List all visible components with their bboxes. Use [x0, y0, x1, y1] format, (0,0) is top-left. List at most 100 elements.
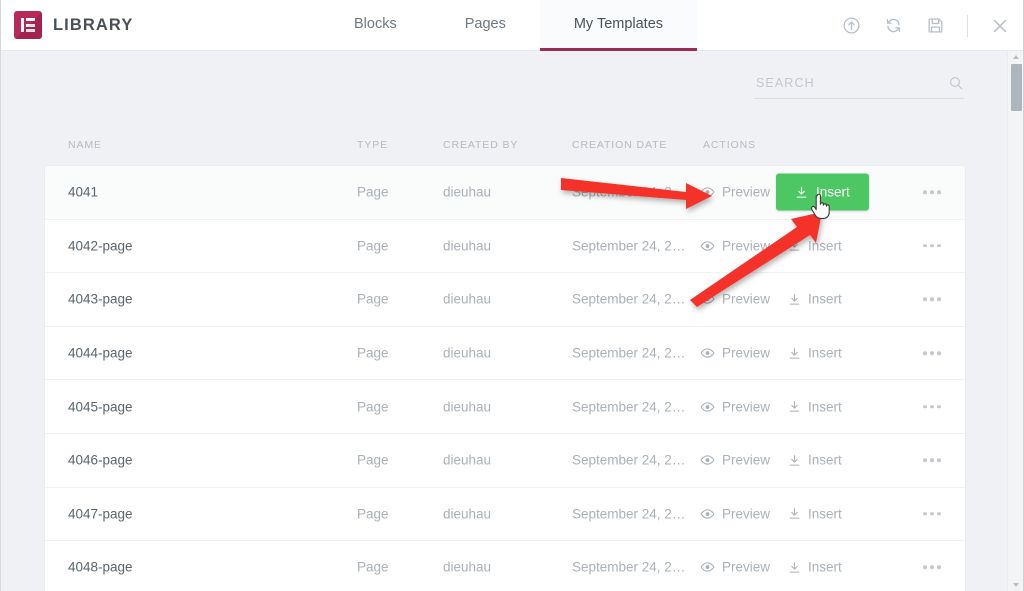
upload-icon[interactable]: [841, 16, 861, 36]
ellipsis-icon[interactable]: [923, 244, 941, 248]
preview-button[interactable]: Preview: [700, 399, 788, 414]
insert-label: Insert: [808, 506, 842, 522]
ellipsis-icon[interactable]: [923, 297, 941, 302]
insert-label: Insert: [808, 345, 842, 361]
preview-button[interactable]: Preview: [700, 506, 788, 521]
ellipsis-icon[interactable]: [923, 565, 941, 570]
eye-icon: [700, 292, 715, 307]
cell-type: Page: [357, 238, 389, 254]
preview-button[interactable]: Preview: [700, 292, 788, 307]
ellipsis-icon[interactable]: [923, 458, 941, 463]
eye-icon: [700, 399, 715, 414]
row-actions: Preview Insert: [700, 173, 869, 211]
download-icon: [788, 239, 801, 253]
cell-type: Page: [357, 452, 389, 468]
cell-created-by: dieuhau: [443, 452, 492, 468]
cell-type: Page: [357, 559, 389, 575]
table-row[interactable]: 4042-page Page dieuhau September 24, 20… Pre…: [45, 219, 965, 274]
row-actions: Preview Insert: [700, 506, 876, 521]
insert-label: Insert: [808, 291, 842, 307]
header-actions: [841, 0, 1010, 51]
preview-label: Preview: [722, 506, 771, 522]
row-actions: Preview Insert: [700, 292, 876, 307]
tab-my-templates[interactable]: My Templates: [539, 0, 698, 51]
cell-created-by: dieuhau: [443, 184, 492, 200]
modal-header: LIBRARY Blocks Pages My Templates: [0, 0, 1024, 51]
cell-type: Page: [357, 184, 389, 200]
row-actions: Preview Insert: [700, 238, 876, 253]
search-icon[interactable]: [948, 75, 964, 91]
insert-button[interactable]: Insert: [788, 560, 876, 575]
eye-icon: [700, 346, 715, 361]
insert-label: Insert: [808, 452, 842, 468]
insert-button[interactable]: Insert: [788, 399, 876, 414]
header-divider: [967, 14, 968, 37]
library-title: LIBRARY: [53, 15, 134, 34]
cell-created-by: dieuhau: [443, 238, 492, 254]
table-row[interactable]: 4041 Page dieuhau September 24, 20… Preview I…: [45, 166, 965, 220]
insert-button[interactable]: Insert: [788, 453, 876, 468]
save-icon[interactable]: [925, 16, 945, 36]
ellipsis-icon[interactable]: [923, 190, 941, 195]
insert-label: Insert: [808, 399, 842, 415]
cell-created-by: dieuhau: [443, 399, 492, 415]
insert-button[interactable]: Insert: [776, 173, 869, 211]
insert-button[interactable]: Insert: [788, 292, 876, 307]
insert-button[interactable]: Insert: [788, 346, 876, 361]
preview-button[interactable]: Preview: [700, 185, 788, 200]
search-input[interactable]: [754, 75, 948, 91]
cell-name: 4045-page: [68, 399, 133, 415]
templates-table: 4041 Page dieuhau September 24, 20… Preview I…: [45, 166, 965, 591]
preview-label: Preview: [722, 452, 771, 468]
insert-button[interactable]: Insert: [788, 238, 876, 253]
row-actions: Preview Insert: [700, 453, 876, 468]
tab-blocks[interactable]: Blocks: [320, 0, 431, 51]
download-icon: [788, 346, 801, 360]
scrollbar-thumb[interactable]: [1011, 64, 1022, 111]
sync-icon[interactable]: [883, 16, 903, 36]
cell-name: 4047-page: [68, 506, 133, 522]
table-header-row: NAME TYPE CREATED BY CREATION DATE ACTIO…: [45, 139, 965, 165]
ellipsis-icon[interactable]: [923, 351, 941, 355]
tab-pages[interactable]: Pages: [431, 0, 540, 51]
preview-label: Preview: [722, 184, 771, 200]
cell-name: 4042-page: [68, 238, 133, 254]
cell-creation-date: September 24, 20…: [572, 399, 690, 415]
cell-type: Page: [357, 345, 389, 361]
table-row[interactable]: 4046-page Page dieuhau September 24, 20… Pre…: [45, 433, 965, 488]
elementor-library-modal: LIBRARY Blocks Pages My Templates SEARCH…: [0, 0, 1024, 591]
cell-type: Page: [357, 291, 389, 307]
vertical-scrollbar[interactable]: [1007, 51, 1024, 591]
download-icon: [795, 185, 808, 199]
ellipsis-icon[interactable]: [923, 404, 941, 409]
table-row[interactable]: 4045-page Page dieuhau September 24, 20… Pre…: [45, 380, 965, 434]
download-icon: [788, 292, 801, 306]
close-icon[interactable]: [990, 16, 1010, 36]
preview-button[interactable]: Preview: [700, 238, 788, 253]
preview-button[interactable]: Preview: [700, 560, 788, 575]
cell-creation-date: September 24, 20…: [572, 506, 690, 522]
table-row[interactable]: 4043-page Page dieuhau September 24, 20… Pre…: [45, 273, 965, 327]
cell-created-by: dieuhau: [443, 345, 492, 361]
preview-button[interactable]: Preview: [700, 453, 788, 468]
table-row[interactable]: 4048-page Page dieuhau September 24, 20… Pre…: [45, 541, 965, 591]
insert-button[interactable]: Insert: [788, 506, 876, 521]
table-row[interactable]: 4044-page Page dieuhau September 24, 20… Pre…: [45, 326, 965, 381]
ellipsis-icon[interactable]: [923, 512, 941, 516]
table-row[interactable]: 4047-page Page dieuhau September 24, 20… Pre…: [45, 487, 965, 542]
preview-label: Preview: [722, 399, 771, 415]
preview-label: Preview: [722, 238, 771, 254]
scroll-down-arrow-icon[interactable]: [1013, 583, 1019, 587]
cell-name: 4041: [68, 184, 99, 200]
eye-icon: [700, 453, 715, 468]
row-actions: Preview Insert: [700, 346, 876, 361]
column-header-created-by: CREATED BY: [443, 139, 519, 151]
cell-creation-date: September 24, 20…: [572, 238, 690, 254]
scroll-up-arrow-icon[interactable]: [1013, 55, 1019, 59]
search-bar: [754, 75, 964, 99]
preview-button[interactable]: Preview: [700, 346, 788, 361]
download-icon: [788, 453, 801, 467]
download-icon: [788, 400, 801, 414]
insert-label: Insert: [816, 184, 850, 200]
preview-label: Preview: [722, 345, 771, 361]
